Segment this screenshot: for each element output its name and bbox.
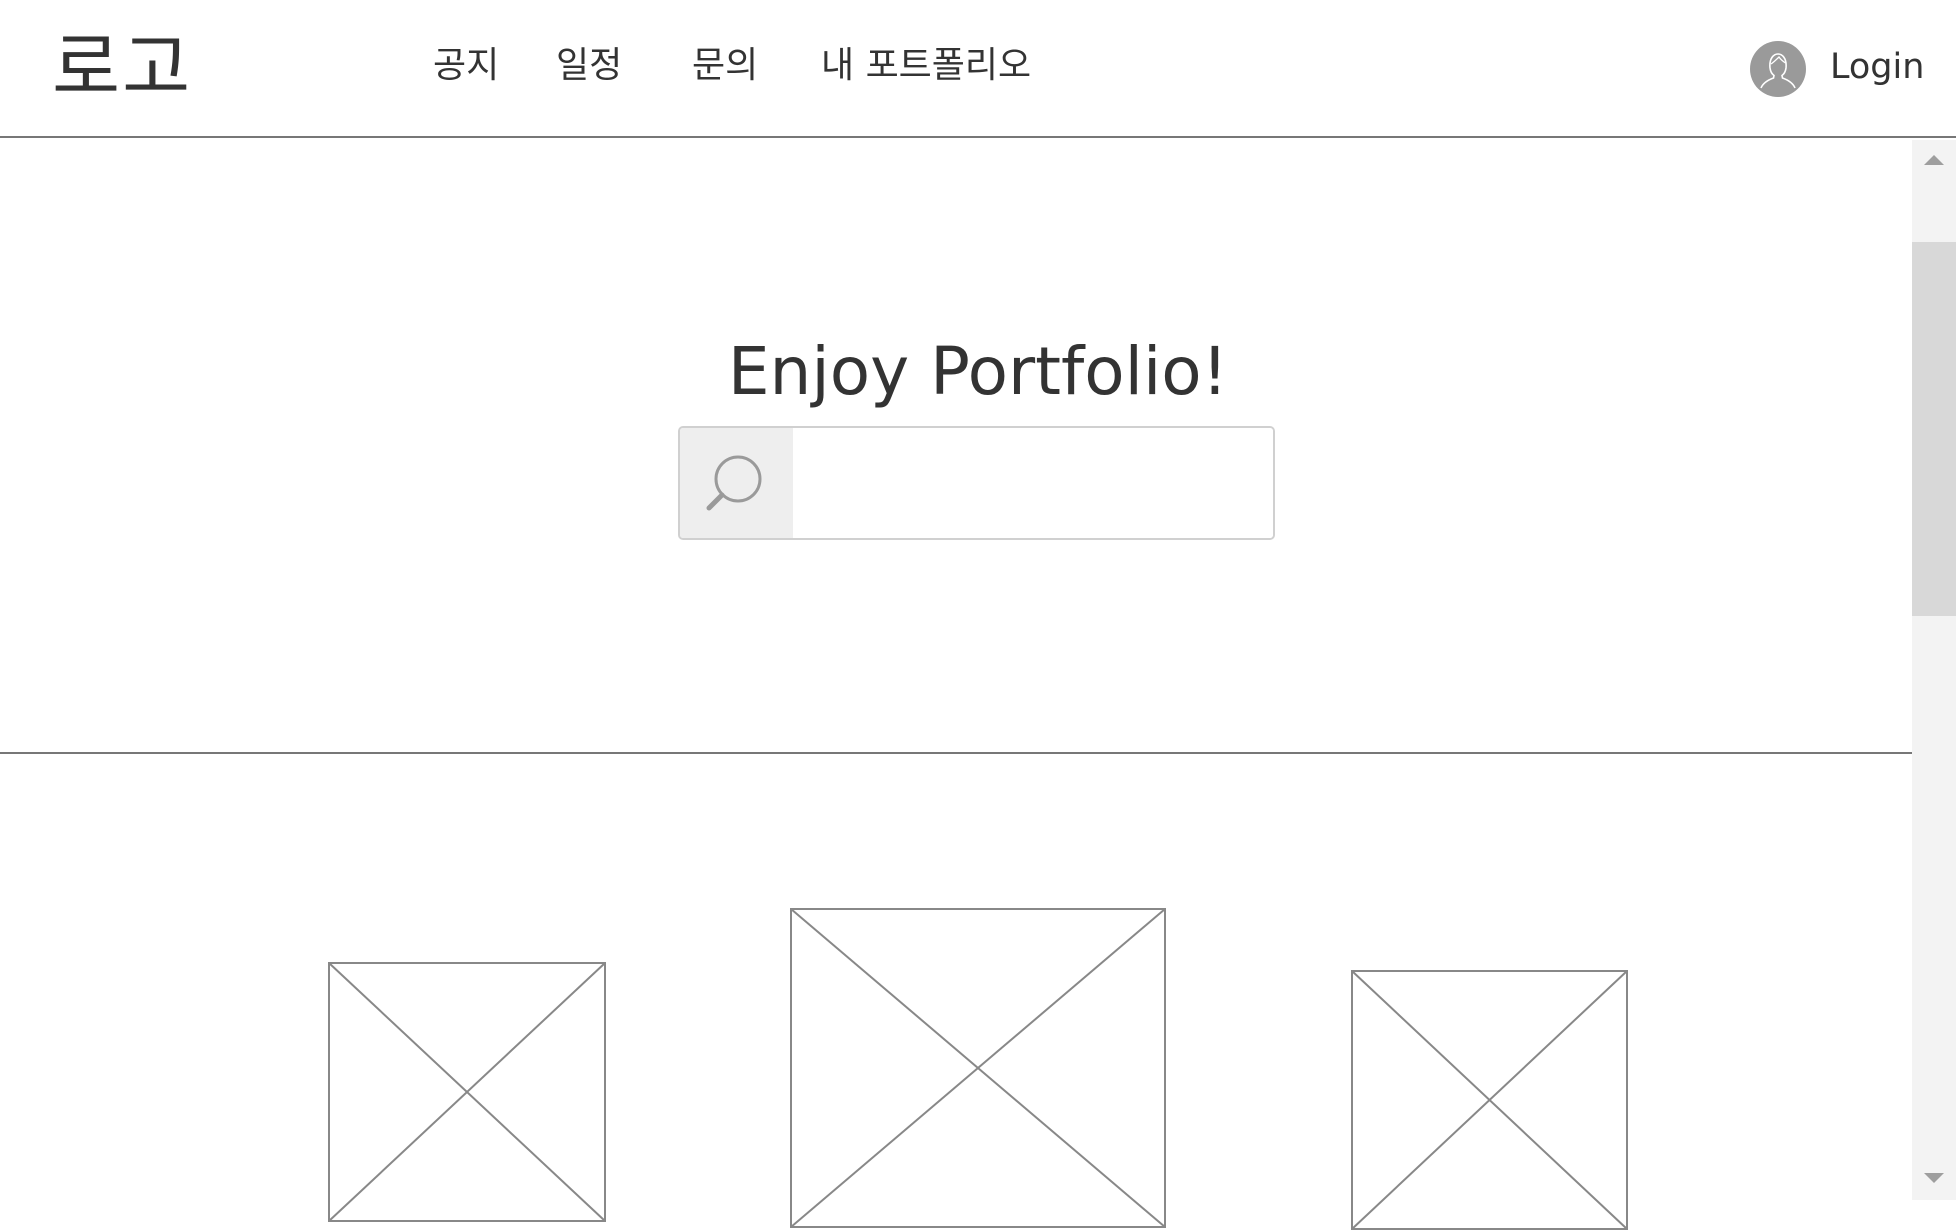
chevron-up-icon	[1924, 155, 1944, 165]
scroll-down-button[interactable]	[1912, 1160, 1956, 1200]
portfolio-image-placeholder[interactable]	[790, 908, 1166, 1228]
vertical-scrollbar[interactable]	[1912, 140, 1956, 1200]
search-box	[678, 426, 1275, 540]
portfolio-image-placeholder[interactable]	[328, 962, 606, 1222]
nav-item-inquiry[interactable]: 문의	[692, 42, 758, 90]
nav-item-schedule[interactable]: 일정	[556, 42, 622, 90]
hero-title: Enjoy Portfolio!	[727, 333, 1229, 410]
site-header: 로고 공지 일정 문의 내 포트폴리오 Login	[0, 0, 1956, 138]
image-placeholder-icon	[328, 962, 606, 1222]
logo[interactable]: 로고	[52, 20, 192, 116]
chevron-down-icon	[1924, 1173, 1944, 1183]
login-link[interactable]: Login	[1830, 44, 1924, 90]
search-icon	[706, 455, 762, 511]
image-placeholder-icon	[790, 908, 1166, 1228]
nav-item-my-portfolio[interactable]: 내 포트폴리오	[821, 42, 1031, 90]
user-avatar-icon[interactable]	[1750, 41, 1806, 97]
search-input[interactable]	[793, 428, 1273, 538]
scroll-up-button[interactable]	[1912, 140, 1956, 180]
portfolio-image-placeholder[interactable]	[1351, 970, 1628, 1230]
nav-item-notice[interactable]: 공지	[433, 42, 499, 90]
search-button[interactable]	[680, 428, 793, 538]
image-placeholder-icon	[1351, 970, 1628, 1230]
hero-section: Enjoy Portfolio!	[0, 140, 1912, 754]
scroll-thumb[interactable]	[1912, 242, 1956, 616]
